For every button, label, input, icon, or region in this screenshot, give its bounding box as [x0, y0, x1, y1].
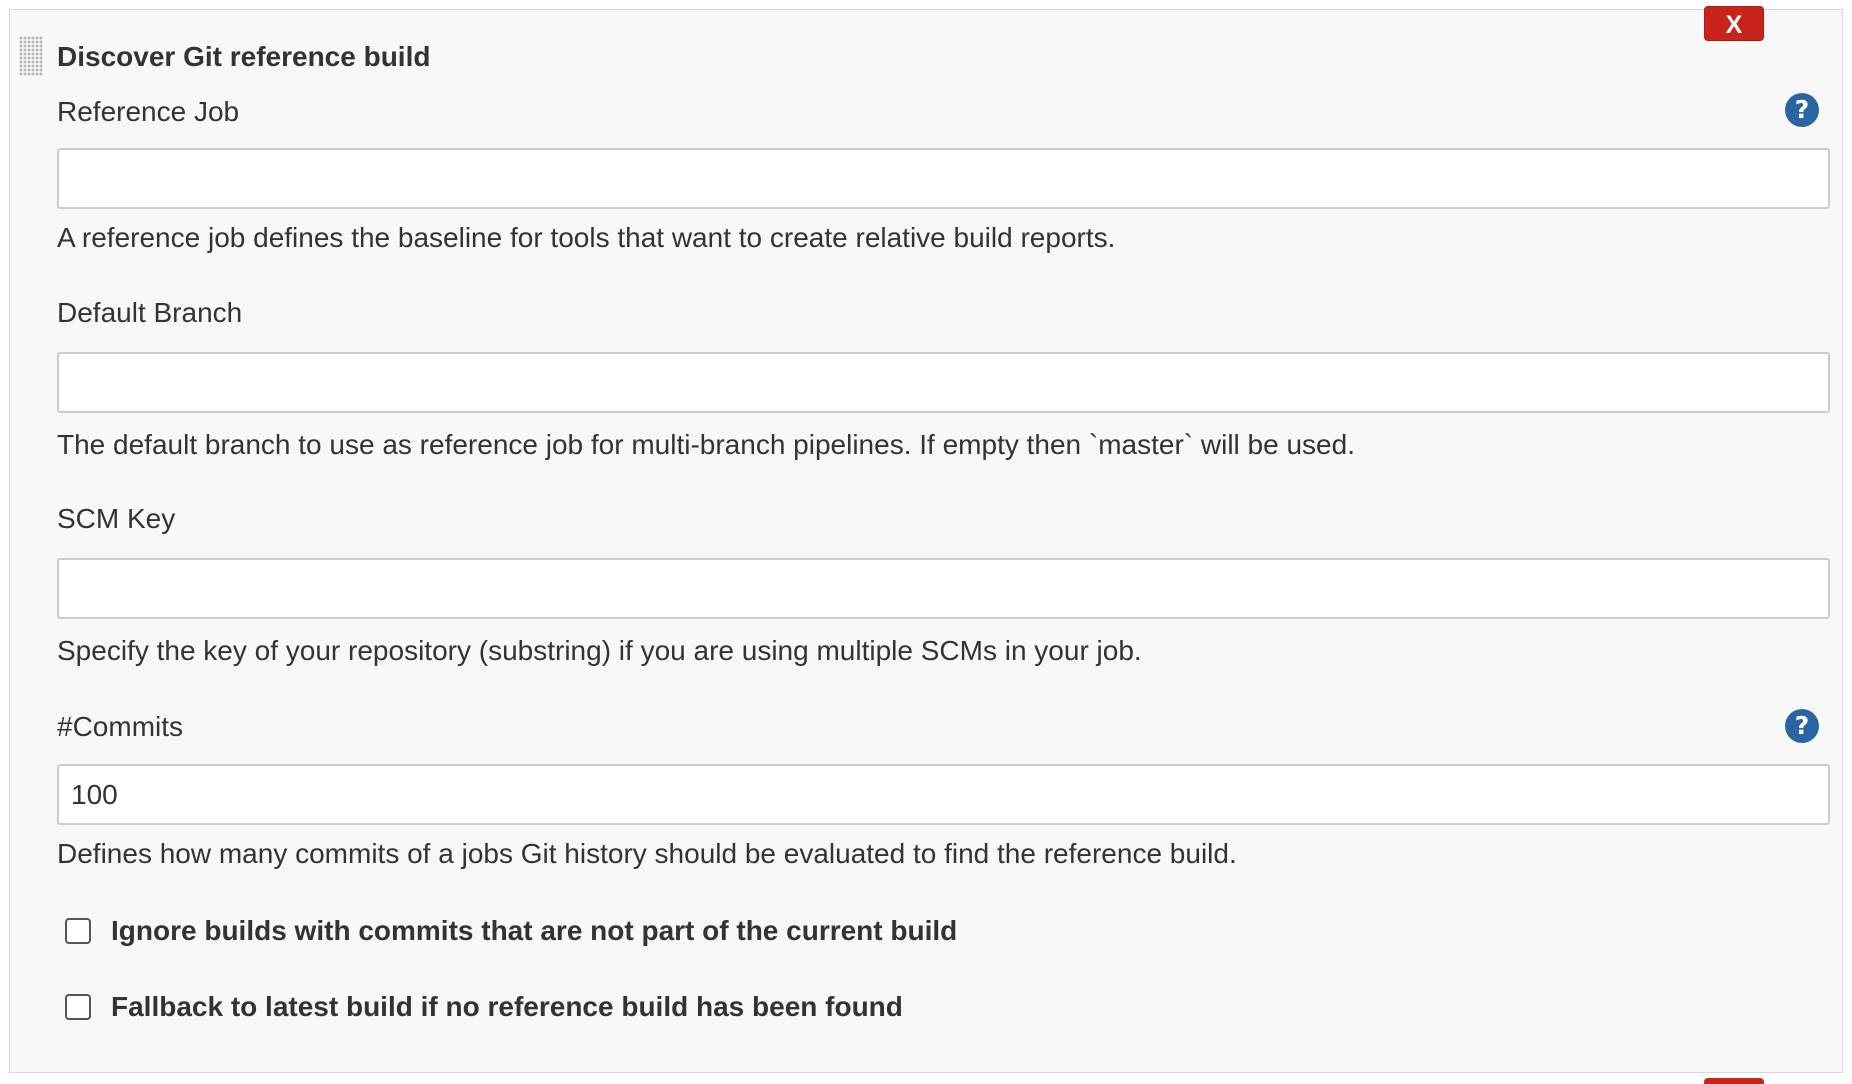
commits-input[interactable] — [57, 764, 1830, 825]
fallback-latest-build-checkbox-row[interactable]: Fallback to latest build if no reference… — [65, 990, 903, 1024]
commits-help-icon[interactable]: ? — [1785, 709, 1819, 743]
ignore-builds-checkbox-label[interactable]: Ignore builds with commits that are not … — [111, 914, 957, 948]
commits-description: Defines how many commits of a jobs Git h… — [57, 838, 1237, 869]
delete-section-button[interactable]: X — [1704, 6, 1764, 41]
scm-key-label: SCM Key — [57, 503, 176, 534]
reference-job-description: A reference job defines the baseline for… — [57, 222, 1116, 253]
reference-job-label: Reference Job — [57, 96, 240, 127]
default-branch-input[interactable] — [57, 352, 1830, 413]
reference-job-help-icon[interactable]: ? — [1785, 93, 1819, 127]
drag-handle-icon[interactable] — [19, 36, 43, 76]
reference-job-input[interactable] — [57, 148, 1830, 209]
ignore-builds-checkbox[interactable] — [65, 918, 91, 944]
default-branch-label: Default Branch — [57, 297, 243, 328]
ignore-builds-checkbox-row[interactable]: Ignore builds with commits that are not … — [65, 914, 957, 948]
scm-key-description: Specify the key of your repository (subs… — [57, 635, 1142, 666]
default-branch-description: The default branch to use as reference j… — [57, 429, 1355, 460]
commits-label: #Commits — [57, 711, 184, 742]
fallback-latest-build-checkbox[interactable] — [65, 994, 91, 1020]
next-section-delete-button-edge — [1704, 1078, 1764, 1084]
scm-key-input[interactable] — [57, 558, 1830, 619]
fallback-latest-build-checkbox-label[interactable]: Fallback to latest build if no reference… — [111, 990, 903, 1024]
section-title: Discover Git reference build — [57, 41, 431, 72]
